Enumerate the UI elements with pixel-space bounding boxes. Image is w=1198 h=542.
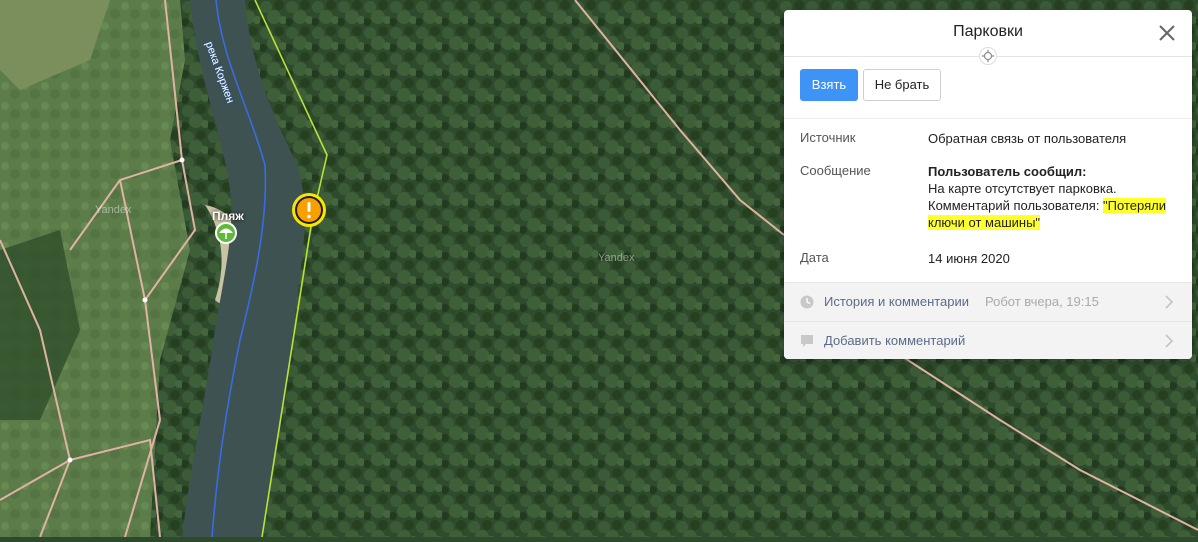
exclamation-icon: [307, 202, 311, 219]
clock-icon: [800, 295, 814, 309]
action-buttons: Взять Не брать: [800, 69, 941, 101]
source-label: Источник: [800, 130, 856, 145]
map-watermark: Yandex: [95, 204, 132, 216]
beach-label: Пляж: [212, 209, 244, 223]
comment-icon: [801, 335, 813, 347]
beach-umbrella-icon[interactable]: [215, 222, 237, 244]
message-line: На карте отсутствует парковка.: [928, 181, 1117, 196]
chevron-right-icon: [1165, 295, 1174, 309]
chevron-right-icon: [1165, 334, 1174, 348]
alert-marker[interactable]: [291, 192, 327, 228]
feedback-panel: Парковки Взять Не брать Источник Обратная…: [784, 10, 1192, 359]
panel-title: Парковки: [953, 23, 1023, 40]
date-label: Дата: [800, 250, 829, 265]
map-watermark: Yandex: [598, 252, 635, 264]
history-label: История и комментарии: [824, 294, 970, 309]
crosshair-icon[interactable]: [979, 47, 997, 65]
take-button[interactable]: Взять: [800, 69, 858, 101]
message-value: Пользователь сообщил: На карте отсутству…: [928, 163, 1178, 231]
message-comment-prefix: Комментарий пользователя:: [928, 198, 1104, 213]
message-heading: Пользователь сообщил:: [928, 164, 1087, 179]
decline-button[interactable]: Не брать: [863, 69, 941, 101]
add-comment-row[interactable]: Добавить комментарий: [784, 321, 1192, 359]
divider: [784, 118, 1192, 119]
add-comment-label: Добавить комментарий: [824, 333, 966, 348]
message-label: Сообщение: [800, 163, 871, 178]
source-value: Обратная связь от пользователя: [928, 131, 1127, 146]
close-icon[interactable]: [1156, 22, 1178, 44]
history-comments-row[interactable]: История и комментарии Робот вчера, 19:15: [784, 282, 1192, 321]
history-meta: Робот вчера, 19:15: [985, 294, 1099, 309]
date-value: 14 июня 2020: [928, 251, 1010, 266]
